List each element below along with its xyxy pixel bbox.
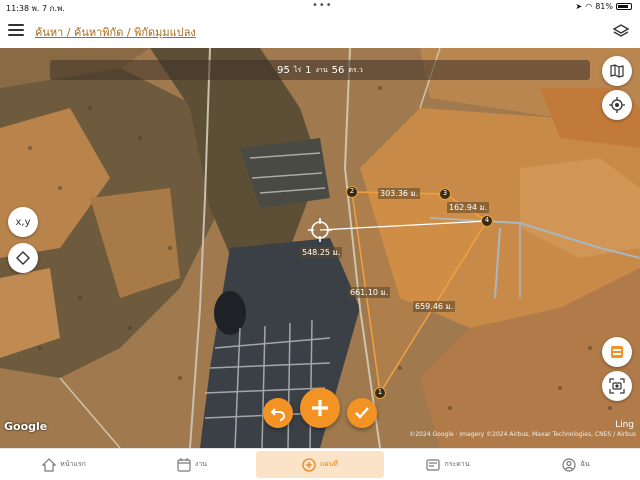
camera-icon [609, 378, 625, 394]
vertex-marker[interactable]: 3 [439, 188, 451, 200]
map-icon [610, 64, 624, 78]
status-bar: 11:38 พ. 7 ก.พ. ••• ➤ ◠ 81% [0, 0, 640, 14]
menu-button[interactable] [8, 24, 24, 36]
undo-button[interactable] [263, 398, 293, 428]
nav-home[interactable]: หน้าแรก [0, 449, 128, 480]
battery-percent: 81% [595, 2, 613, 11]
screenshot-button[interactable] [602, 371, 632, 401]
area-ngan-value: 1 [305, 64, 312, 76]
vertex-marker[interactable]: 1 [374, 387, 386, 399]
confirm-button[interactable] [347, 398, 377, 428]
diamond-icon [16, 251, 30, 265]
breadcrumb[interactable]: ค้นหา / ค้นหาพิกัด / พิกัดมุมแปลง [35, 23, 196, 41]
nav-map[interactable]: แผนที่ [256, 451, 384, 478]
xy-coordinate-button[interactable]: x,y [8, 207, 38, 237]
distance-label: 661.10 ม. [348, 287, 391, 298]
header: ค้นหา / ค้นหาพิกัด / พิกัดมุมแปลง [0, 14, 640, 48]
nav-home-label: หน้าแรก [60, 460, 86, 468]
google-logo: Google [4, 420, 48, 433]
xy-label: x,y [15, 216, 31, 228]
compass-button[interactable] [8, 243, 38, 273]
nav-board-label: กระดาน [444, 460, 470, 468]
area-wa-value: 56 [331, 64, 345, 76]
ling-label: Ling [615, 420, 634, 430]
location-icon: ➤ [575, 2, 583, 11]
layers-icon [612, 24, 630, 37]
vertex-marker[interactable]: 2 [346, 186, 358, 198]
distance-label: 303.36 ม. [378, 188, 421, 199]
wifi-icon: ◠ [585, 2, 593, 11]
calendar-icon [177, 457, 191, 472]
layers-button[interactable] [612, 22, 630, 40]
message-board-icon [426, 458, 441, 471]
add-point-button[interactable] [300, 388, 340, 428]
distance-label: 162.94 ม. [447, 202, 490, 213]
plus-icon [312, 400, 328, 416]
area-rai-unit: ไร่ [293, 65, 302, 74]
add-circle-icon [302, 457, 316, 472]
my-location-button[interactable] [602, 90, 632, 120]
undo-icon [270, 408, 285, 421]
home-icon [42, 457, 57, 472]
nav-board[interactable]: กระดาน [384, 449, 512, 480]
multitask-dots-icon[interactable]: ••• [312, 0, 333, 11]
nav-jobs-label: งาน [194, 460, 208, 468]
locate-icon [609, 97, 625, 113]
distance-label: 548.25 ม. [300, 247, 343, 258]
parcel-list-button[interactable] [602, 337, 632, 367]
document-icon [611, 346, 623, 358]
user-icon [562, 457, 576, 472]
status-right: ➤ ◠ 81% [576, 2, 632, 11]
nav-jobs[interactable]: งาน [128, 449, 256, 480]
bottom-nav: หน้าแรก งาน แผนที่ กระดาน ฉัน [0, 448, 640, 480]
map-type-button[interactable] [602, 56, 632, 86]
vertex-marker[interactable]: 4 [481, 215, 493, 227]
satellite-map[interactable]: 95 ไร่ 1 งาน 56 ตร.ว x,y 2 3 4 1 303.36 … [0, 48, 640, 448]
area-ngan-unit: งาน [315, 65, 328, 74]
nav-map-label: แผนที่ [319, 460, 338, 468]
crosshair-icon [308, 218, 332, 242]
menu-icon [8, 24, 24, 26]
distance-label: 659.46 ม. [413, 301, 456, 312]
area-wa-unit: ตร.ว [348, 65, 363, 74]
nav-me-label: ฉัน [580, 460, 590, 468]
map-copyright: ©2024 Google · Imagery ©2024 Airbus, Max… [409, 431, 636, 438]
battery-icon [616, 3, 632, 10]
app-root: 11:38 พ. 7 ก.พ. ••• ➤ ◠ 81% ค้นหา / ค้นห… [0, 0, 640, 480]
area-rai-value: 95 [277, 64, 290, 76]
check-icon [355, 407, 369, 419]
nav-me[interactable]: ฉัน [512, 449, 640, 480]
area-summary: 95 ไร่ 1 งาน 56 ตร.ว [50, 60, 590, 80]
